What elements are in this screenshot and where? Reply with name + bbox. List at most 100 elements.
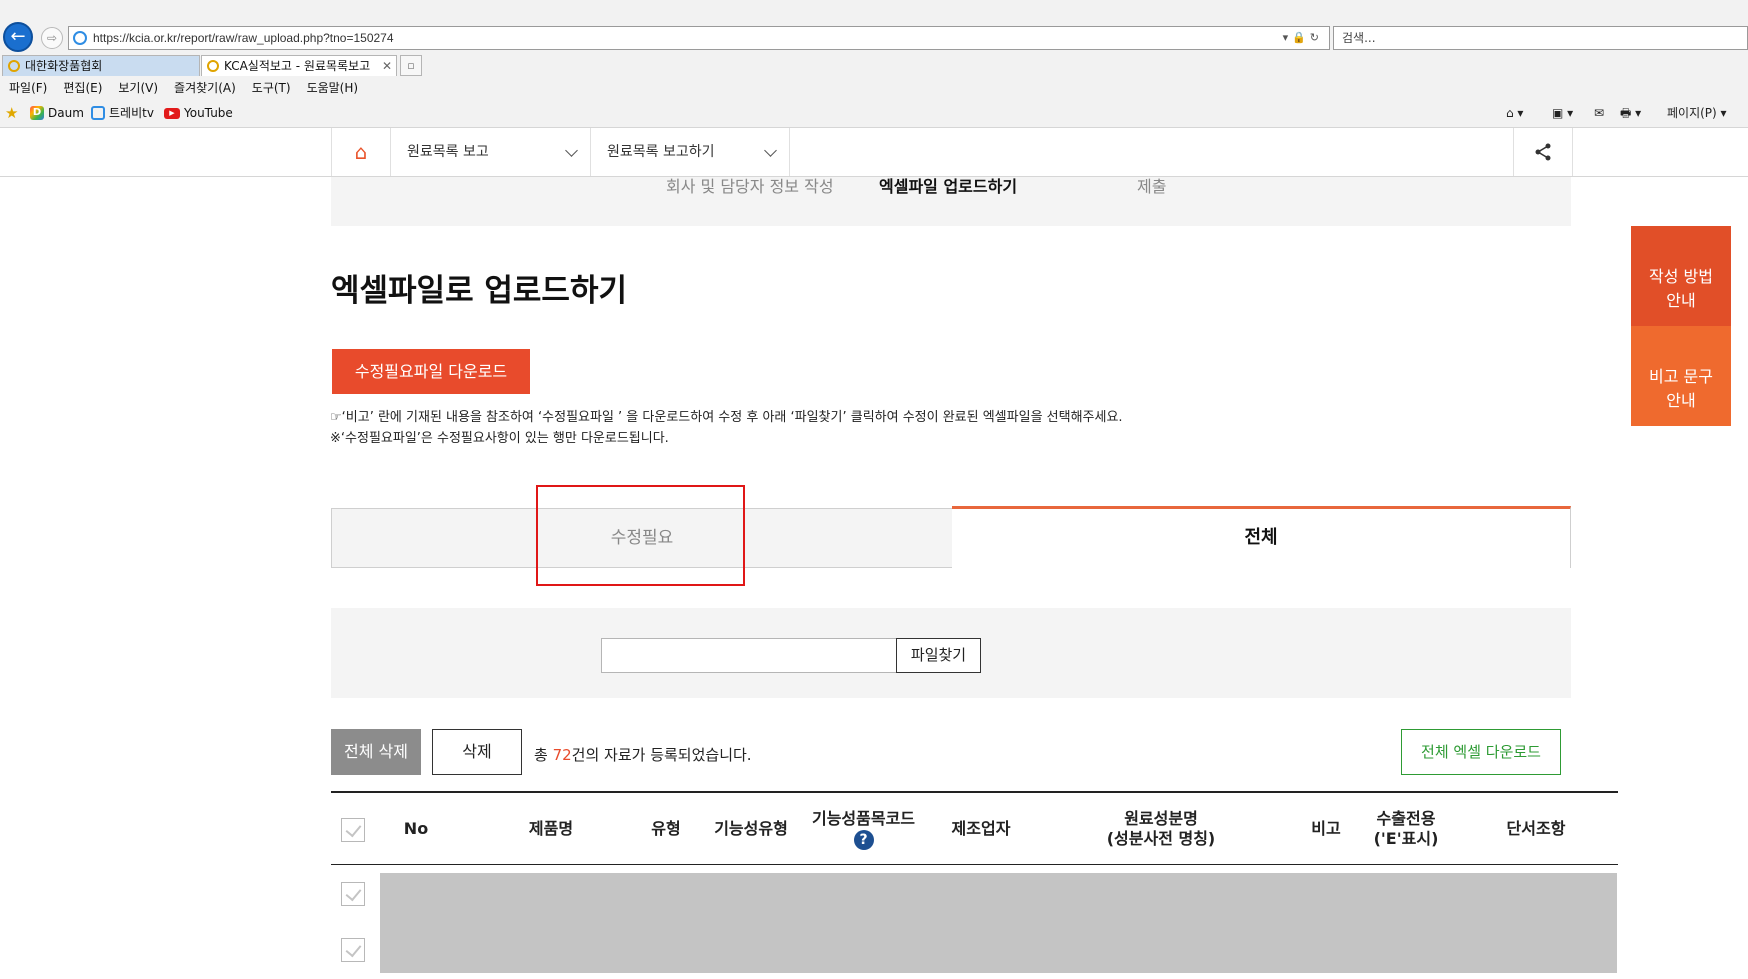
row-checkbox[interactable] xyxy=(341,938,365,962)
file-path-input[interactable] xyxy=(601,638,897,673)
browser-search-placeholder: 검색... xyxy=(1342,31,1376,45)
col-label: 제품명 xyxy=(528,819,574,838)
new-tab-button[interactable]: ▫ xyxy=(400,55,422,76)
home-icon: ⌂ xyxy=(354,140,368,164)
annotation-highlight-box xyxy=(536,485,745,586)
browser-search-input[interactable]: 검색... xyxy=(1333,26,1748,50)
delete-all-button[interactable]: 전체 삭제 xyxy=(331,729,421,775)
nav-dropdown-report[interactable]: 원료목록 보고 xyxy=(390,128,590,176)
favorite-daum[interactable]: D Daum xyxy=(30,101,84,125)
chevron-down-icon xyxy=(565,144,578,157)
col-func-type: 기능성유형 xyxy=(701,793,801,865)
favorite-label: Daum xyxy=(48,106,84,120)
menu-edit[interactable]: 편집(E) xyxy=(63,77,102,99)
step-indicator: 회사 및 담당자 정보 작성 엑셀파일 업로드하기 제출 xyxy=(331,177,1571,226)
mail-icon[interactable]: ✉ xyxy=(1594,101,1604,125)
home-icon[interactable]: ⌂ ▾ xyxy=(1506,101,1523,125)
print-icon[interactable]: 🖶 ▾ xyxy=(1620,101,1641,125)
remark-guide-button[interactable]: 비고 문구 안내 xyxy=(1631,326,1731,426)
find-file-button[interactable]: 파일찾기 xyxy=(896,638,981,673)
browser-tab-label: 대한화장품협회 xyxy=(25,59,103,73)
step-3: 제출 xyxy=(1137,177,1167,196)
count-suffix: 건의 자료가 등록되었습니다. xyxy=(571,746,752,764)
upload-notice: ☞‘비고’ 란에 기재된 내용을 참조하여 ‘수정필요파일 ’ 을 다운로드하여… xyxy=(330,407,1123,449)
col-clause: 단서조항 xyxy=(1481,793,1591,865)
col-label: 제조업자 xyxy=(951,819,1011,838)
forward-button[interactable]: ⇨ xyxy=(41,27,63,49)
share-icon xyxy=(1535,143,1551,161)
col-product: 제품명 xyxy=(496,793,606,865)
col-label-sub: ('E'표시) xyxy=(1373,829,1439,848)
col-label: 수출전용 xyxy=(1376,809,1436,828)
feeds-icon[interactable]: ▣ ▾ xyxy=(1552,101,1573,125)
menu-tools[interactable]: 도구(T) xyxy=(252,77,291,99)
col-label: 단서조항 xyxy=(1506,819,1566,838)
menu-view[interactable]: 보기(V) xyxy=(118,77,158,99)
menu-help[interactable]: 도움말(H) xyxy=(307,77,359,99)
notice-line-1: ☞‘비고’ 란에 기재된 내용을 참조하여 ‘수정필요파일 ’ 을 다운로드하여… xyxy=(330,410,1123,425)
col-func-code: 기능성품목코드 ? xyxy=(801,793,926,865)
menu-favorites[interactable]: 즐겨찾기(A) xyxy=(174,77,236,99)
step-1: 회사 및 담당자 정보 작성 xyxy=(666,177,834,196)
favorite-label: YouTube xyxy=(184,106,233,120)
excel-download-all-button[interactable]: 전체 엑셀 다운로드 xyxy=(1401,729,1561,775)
browser-tab-2[interactable]: KCA실적보고 - 원료목록보고 ✕ xyxy=(201,55,397,76)
record-count: 72 xyxy=(552,746,572,764)
chevron-down-icon xyxy=(764,144,777,157)
notice-line-2: ※‘수정필요파일’은 수정필요사항이 있는 행만 다운로드됩니다. xyxy=(330,431,669,446)
row-checkbox[interactable] xyxy=(341,882,365,906)
col-label: 기능성유형 xyxy=(714,819,788,838)
favorite-trebi[interactable]: 트레비tv xyxy=(91,101,154,125)
record-count-text: 총 72건의 자료가 등록되었습니다. xyxy=(534,744,752,765)
delete-button[interactable]: 삭제 xyxy=(432,729,522,775)
share-button[interactable] xyxy=(1513,128,1573,176)
col-label-sub: (성분사전 명칭) xyxy=(1106,829,1216,848)
browser-tab-1[interactable]: 대한화장품협회 xyxy=(2,55,200,76)
site-nav: ⌂ 원료목록 보고 원료목록 보고하기 xyxy=(0,127,1748,177)
col-maker: 제조업자 xyxy=(931,793,1031,865)
nav-dropdown-label: 원료목록 보고하기 xyxy=(607,144,715,160)
count-prefix: 총 xyxy=(534,746,553,764)
page-title: 엑셀파일로 업로드하기 xyxy=(331,273,627,309)
arrow-left-icon: ← xyxy=(10,26,26,47)
browser-chrome: ← ⇨ https://kcia.or.kr/report/raw/raw_up… xyxy=(0,0,1748,127)
redacted-table-rows xyxy=(380,873,1617,973)
address-tools-icon[interactable]: ▾🔒↻ xyxy=(1283,27,1323,49)
writing-guide-button[interactable]: 작성 방법 안내 xyxy=(1631,226,1731,326)
daum-icon: D xyxy=(30,106,44,120)
ie-icon xyxy=(73,31,87,45)
arrow-right-icon: ⇨ xyxy=(46,31,58,45)
col-export: 수출전용 ('E'표시) xyxy=(1351,793,1461,865)
col-type: 유형 xyxy=(636,793,696,865)
address-bar[interactable]: https://kcia.or.kr/report/raw/raw_upload… xyxy=(68,26,1330,50)
favorite-label: 트레비tv xyxy=(109,106,154,120)
menu-file[interactable]: 파일(F) xyxy=(9,77,47,99)
ie-tab-icon xyxy=(207,60,219,72)
col-label: No xyxy=(403,819,429,838)
page-menu[interactable]: 페이지(P) ▾ xyxy=(1667,101,1727,125)
nav-dropdown-label: 원료목록 보고 xyxy=(407,144,489,160)
youtube-icon: ▶ xyxy=(164,107,180,119)
col-label: 원료성분명 xyxy=(1124,809,1198,828)
nav-dropdown-submit[interactable]: 원료목록 보고하기 xyxy=(590,128,790,176)
help-icon[interactable]: ? xyxy=(853,829,874,850)
ie-page-icon xyxy=(91,106,105,120)
tab-all[interactable]: 전체 xyxy=(952,506,1571,568)
ie-tab-icon xyxy=(8,60,20,72)
new-tab-icon: ▫ xyxy=(407,59,415,72)
col-label: 비고 xyxy=(1311,819,1341,838)
browser-tab-label: KCA실적보고 - 원료목록보고 xyxy=(224,59,371,73)
col-ingredient: 원료성분명 (성분사전 명칭) xyxy=(1071,793,1251,865)
favorites-star-icon[interactable]: ★ xyxy=(5,101,18,125)
download-fix-file-button[interactable]: 수정필요파일 다운로드 xyxy=(332,349,530,394)
select-all-checkbox[interactable] xyxy=(341,818,365,842)
back-button[interactable]: ← xyxy=(3,22,33,52)
col-label: 기능성품목코드 xyxy=(811,808,916,828)
close-icon[interactable]: ✕ xyxy=(382,56,392,76)
home-button[interactable]: ⌂ xyxy=(331,128,390,176)
table-header: No 제품명 유형 기능성유형 기능성품목코드 ? 제조업자 원료성분명 (성분… xyxy=(331,791,1618,865)
menu-bar: 파일(F) 편집(E) 보기(V) 즐겨찾기(A) 도구(T) 도움말(H) xyxy=(0,77,1748,99)
col-label: 유형 xyxy=(651,819,681,838)
url-text: https://kcia.or.kr/report/raw/raw_upload… xyxy=(93,31,394,45)
favorite-youtube[interactable]: ▶ YouTube xyxy=(164,101,233,125)
